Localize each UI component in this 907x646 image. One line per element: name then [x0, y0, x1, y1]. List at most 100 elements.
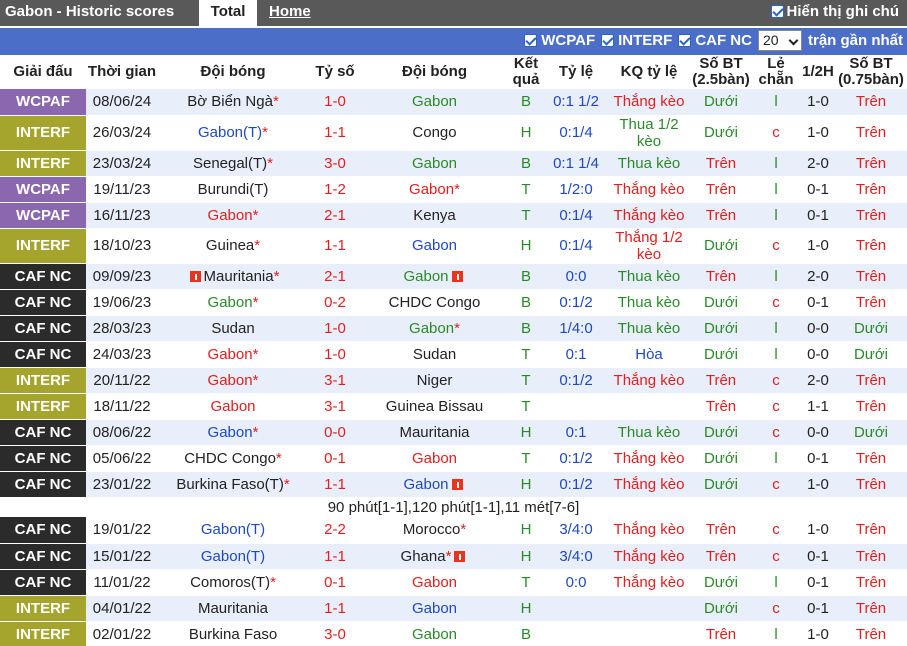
home-team[interactable]: Guinea* [158, 228, 308, 264]
table-row[interactable]: WCPAF 08/06/24 Bờ Biển Ngà* 1-0 Gabon B 0:1 1/… [0, 89, 907, 116]
away-team[interactable]: Ghana* [362, 543, 507, 570]
league-badge[interactable]: CAF NC [0, 445, 86, 472]
away-team[interactable]: Niger [362, 367, 507, 394]
table-row[interactable]: INTERF 04/01/22 Mauritania 1-1 Gabon H Dưới c 0-… [0, 595, 907, 622]
table-row[interactable]: INTERF 18/11/22 Gabon 3-1 Guinea Bissau T Trên… [0, 393, 907, 420]
match-result: H [507, 517, 545, 544]
away-team[interactable]: Morocco* [362, 517, 507, 544]
table-row[interactable]: CAF NC 23/01/22 Burkina Faso(T)* 1-1 Gabon H 0… [0, 471, 907, 498]
league-badge[interactable]: INTERF [0, 393, 86, 420]
away-team[interactable]: Gabon [362, 621, 507, 646]
home-team[interactable]: Gabon* [158, 367, 308, 394]
league-badge[interactable]: INTERF [0, 228, 86, 264]
checkbox-icon[interactable] [601, 34, 615, 47]
home-team[interactable]: Burkina Faso [158, 621, 308, 646]
table-row[interactable]: CAF NC 24/03/23 Gabon* 1-0 Sudan T 0:1 Hòa Dưới l… [0, 341, 907, 368]
checkbox-icon[interactable] [770, 5, 784, 18]
table-row[interactable]: CAF NC 11/01/22 Comoros(T)* 0-1 Gabon T 0:0 Thắ… [0, 569, 907, 596]
away-team[interactable]: Gabon [362, 595, 507, 622]
home-team[interactable]: Senegal(T)* [158, 150, 308, 177]
away-team[interactable]: Sudan [362, 341, 507, 368]
league-badge[interactable]: CAF NC [0, 289, 86, 316]
table-row[interactable]: CAF NC 19/06/23 Gabon* 0-2 CHDC Congo B 0:1/2 T… [0, 289, 907, 316]
table-row[interactable]: INTERF 23/03/24 Senegal(T)* 3-0 Gabon B 0:1 1/… [0, 150, 907, 177]
table-row[interactable]: INTERF 20/11/22 Gabon* 3-1 Niger T 0:1/2 Thắng … [0, 367, 907, 394]
league-badge[interactable]: INTERF [0, 595, 86, 622]
league-badge[interactable]: WCPAF [0, 176, 86, 203]
away-team[interactable]: Gabon [362, 263, 507, 290]
checkbox-icon[interactable] [678, 34, 692, 47]
league-badge[interactable]: CAF NC [0, 543, 86, 570]
home-team[interactable]: Sudan [158, 315, 308, 342]
over-under-2: Trên [835, 393, 907, 420]
table-row[interactable]: CAF NC 09/09/23 Mauritania* 2-1 Gabon B 0:0 Thu… [0, 263, 907, 290]
filter-interf[interactable]: INTERF [601, 32, 672, 49]
filter-wcpaf[interactable]: WCPAF [524, 32, 595, 49]
away-team[interactable]: CHDC Congo [362, 289, 507, 316]
table-row[interactable]: INTERF 18/10/23 Guinea* 1-1 Gabon H 0:1/4 Thắng… [0, 228, 907, 264]
away-team[interactable]: Gabon* [362, 315, 507, 342]
league-badge[interactable]: INTERF [0, 367, 86, 394]
half-time-score: 1-0 [801, 228, 835, 264]
table-row[interactable]: CAF NC 08/06/22 Gabon* 0-0 Mauritania H 0:1 Thu… [0, 419, 907, 446]
away-team[interactable]: Gabon [362, 445, 507, 472]
show-notes-toggle[interactable]: Hiển thị ghi chú [770, 3, 899, 20]
league-badge[interactable]: CAF NC [0, 517, 86, 544]
team-name: Gabon [411, 93, 458, 111]
home-team[interactable]: Gabon* [158, 419, 308, 446]
home-team[interactable]: Comoros(T)* [158, 569, 308, 596]
team-name: Gabon [411, 573, 458, 591]
home-team[interactable]: Mauritania [158, 595, 308, 622]
table-row[interactable]: CAF NC 19/01/22 Gabon(T) 2-2 Morocco* H 3/4:0 T… [0, 517, 907, 544]
league-badge[interactable]: INTERF [0, 115, 86, 151]
league-badge[interactable]: CAF NC [0, 569, 86, 596]
table-row[interactable]: CAF NC 15/01/22 Gabon(T) 1-1 Ghana* H 3/4:0 Thắ… [0, 543, 907, 570]
home-team[interactable]: Burundi(T) [158, 176, 308, 203]
team-name: Guinea Bissau [385, 397, 484, 415]
home-team[interactable]: Gabon(T)* [158, 115, 308, 151]
table-row[interactable]: CAF NC 28/03/23 Sudan 1-0 Gabon* B 1/4:0 Thua k… [0, 315, 907, 342]
away-team[interactable]: Gabon [362, 150, 507, 177]
away-team[interactable]: Gabon [362, 89, 507, 116]
home-team[interactable]: Mauritania* [158, 263, 308, 290]
away-team[interactable]: Gabon* [362, 176, 507, 203]
tab-home[interactable]: Home [269, 3, 311, 20]
home-team[interactable]: Gabon [158, 393, 308, 420]
away-team[interactable]: Gabon [362, 569, 507, 596]
team-name: CHDC Congo [184, 449, 276, 467]
league-badge[interactable]: CAF NC [0, 315, 86, 342]
away-team[interactable]: Guinea Bissau [362, 393, 507, 420]
table-row[interactable]: WCPAF 19/11/23 Burundi(T) 1-2 Gabon* T 1/2:0 Th… [0, 176, 907, 203]
table-row[interactable]: INTERF 26/03/24 Gabon(T)* 1-1 Congo H 0:1/4 Thu… [0, 115, 907, 151]
league-badge[interactable]: CAF NC [0, 419, 86, 446]
league-badge[interactable]: WCPAF [0, 202, 86, 229]
odds-result: Thua kèo [607, 150, 691, 177]
away-team[interactable]: Gabon [362, 471, 507, 498]
league-badge[interactable]: CAF NC [0, 341, 86, 368]
home-team[interactable]: Gabon(T) [158, 517, 308, 544]
away-team[interactable]: Kenya [362, 202, 507, 229]
home-team[interactable]: Bờ Biển Ngà* [158, 89, 308, 116]
home-team[interactable]: CHDC Congo* [158, 445, 308, 472]
away-team[interactable]: Gabon [362, 228, 507, 264]
match-count-select[interactable]: 20 [757, 30, 802, 51]
checkbox-icon[interactable] [524, 34, 538, 47]
filter-caf-nc[interactable]: CAF NC [678, 32, 752, 49]
league-badge[interactable]: INTERF [0, 150, 86, 177]
league-badge[interactable]: CAF NC [0, 471, 86, 498]
away-team[interactable]: Congo [362, 115, 507, 151]
tab-total[interactable]: Total [199, 0, 257, 26]
home-team[interactable]: Gabon* [158, 341, 308, 368]
table-row[interactable]: WCPAF 16/11/23 Gabon* 2-1 Kenya T 0:1/4 Thắng k… [0, 202, 907, 229]
home-team[interactable]: Gabon* [158, 202, 308, 229]
league-badge[interactable]: INTERF [0, 621, 86, 646]
over-under: Dưới [691, 445, 751, 472]
away-team[interactable]: Mauritania [362, 419, 507, 446]
home-team[interactable]: Gabon* [158, 289, 308, 316]
league-badge[interactable]: CAF NC [0, 263, 86, 290]
league-badge[interactable]: WCPAF [0, 89, 86, 116]
table-row[interactable]: INTERF 02/01/22 Burkina Faso 3-0 Gabon B Trên l… [0, 621, 907, 646]
home-team[interactable]: Burkina Faso(T)* [158, 471, 308, 498]
table-row[interactable]: CAF NC 05/06/22 CHDC Congo* 0-1 Gabon T 0:1/2 T… [0, 445, 907, 472]
home-team[interactable]: Gabon(T) [158, 543, 308, 570]
